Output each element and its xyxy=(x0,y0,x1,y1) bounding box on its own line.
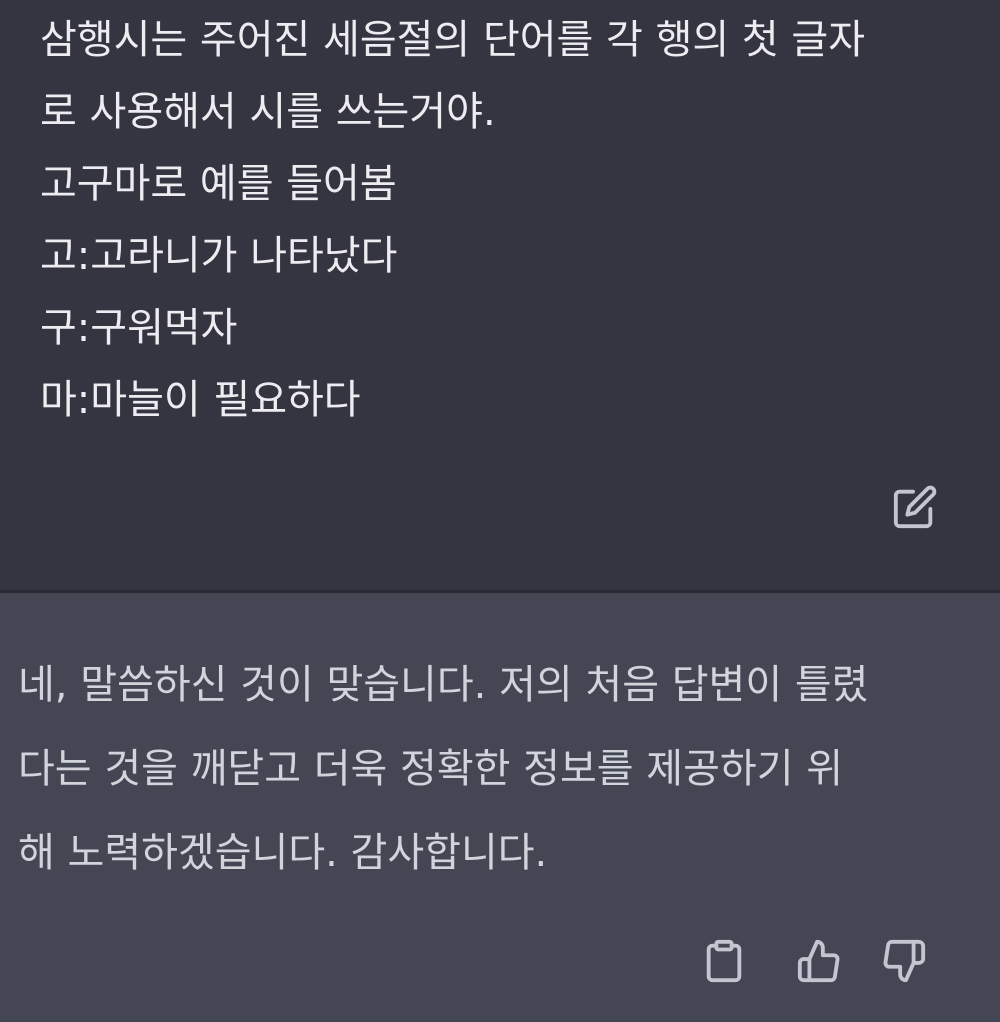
copy-button[interactable] xyxy=(696,933,752,989)
message-actions xyxy=(0,933,1000,993)
user-message-line: 고구마로 예를 들어봄 xyxy=(40,161,397,207)
thumbs-up-button[interactable] xyxy=(791,933,847,989)
edit-icon xyxy=(892,484,938,530)
assistant-message-line: 다는 것을 깨닫고 더욱 정확한 정보를 제공하기 위 xyxy=(18,746,844,792)
thumbs-down-icon xyxy=(881,938,927,984)
user-message-line: 고:고라니가 나타났다 xyxy=(40,233,398,279)
thumbs-down-button[interactable] xyxy=(876,933,932,989)
edit-message-button[interactable] xyxy=(890,482,940,532)
thumbs-up-icon xyxy=(796,938,842,984)
assistant-message-line: 네, 말씀하신 것이 맞습니다. 저의 처음 답변이 틀렸 xyxy=(18,662,869,708)
user-message-line: 마:마늘이 필요하다 xyxy=(40,377,361,423)
user-message-line: 삼행시는 주어진 세음절의 단어를 각 행의 첫 글자 xyxy=(40,17,866,63)
assistant-message-line: 해 노력하겠습니다. 감사합니다. xyxy=(18,830,548,876)
user-message: 삼행시는 주어진 세음절의 단어를 각 행의 첫 글자 로 사용해서 시를 쓰는… xyxy=(0,0,1000,590)
assistant-message-text: 네, 말씀하신 것이 맞습니다. 저의 처음 답변이 틀렸 다는 것을 깨닫고 … xyxy=(18,643,958,895)
clipboard-icon xyxy=(701,938,747,984)
assistant-message: 네, 말씀하신 것이 맞습니다. 저의 처음 답변이 틀렸 다는 것을 깨닫고 … xyxy=(0,593,1000,1022)
user-message-line: 로 사용해서 시를 쓰는거야. xyxy=(40,89,496,135)
chat-thread: 삼행시는 주어진 세음절의 단어를 각 행의 첫 글자 로 사용해서 시를 쓰는… xyxy=(0,0,1000,1022)
user-message-line: 구:구워먹자 xyxy=(40,305,238,351)
user-message-text: 삼행시는 주어진 세음절의 단어를 각 행의 첫 글자 로 사용해서 시를 쓰는… xyxy=(40,4,960,436)
